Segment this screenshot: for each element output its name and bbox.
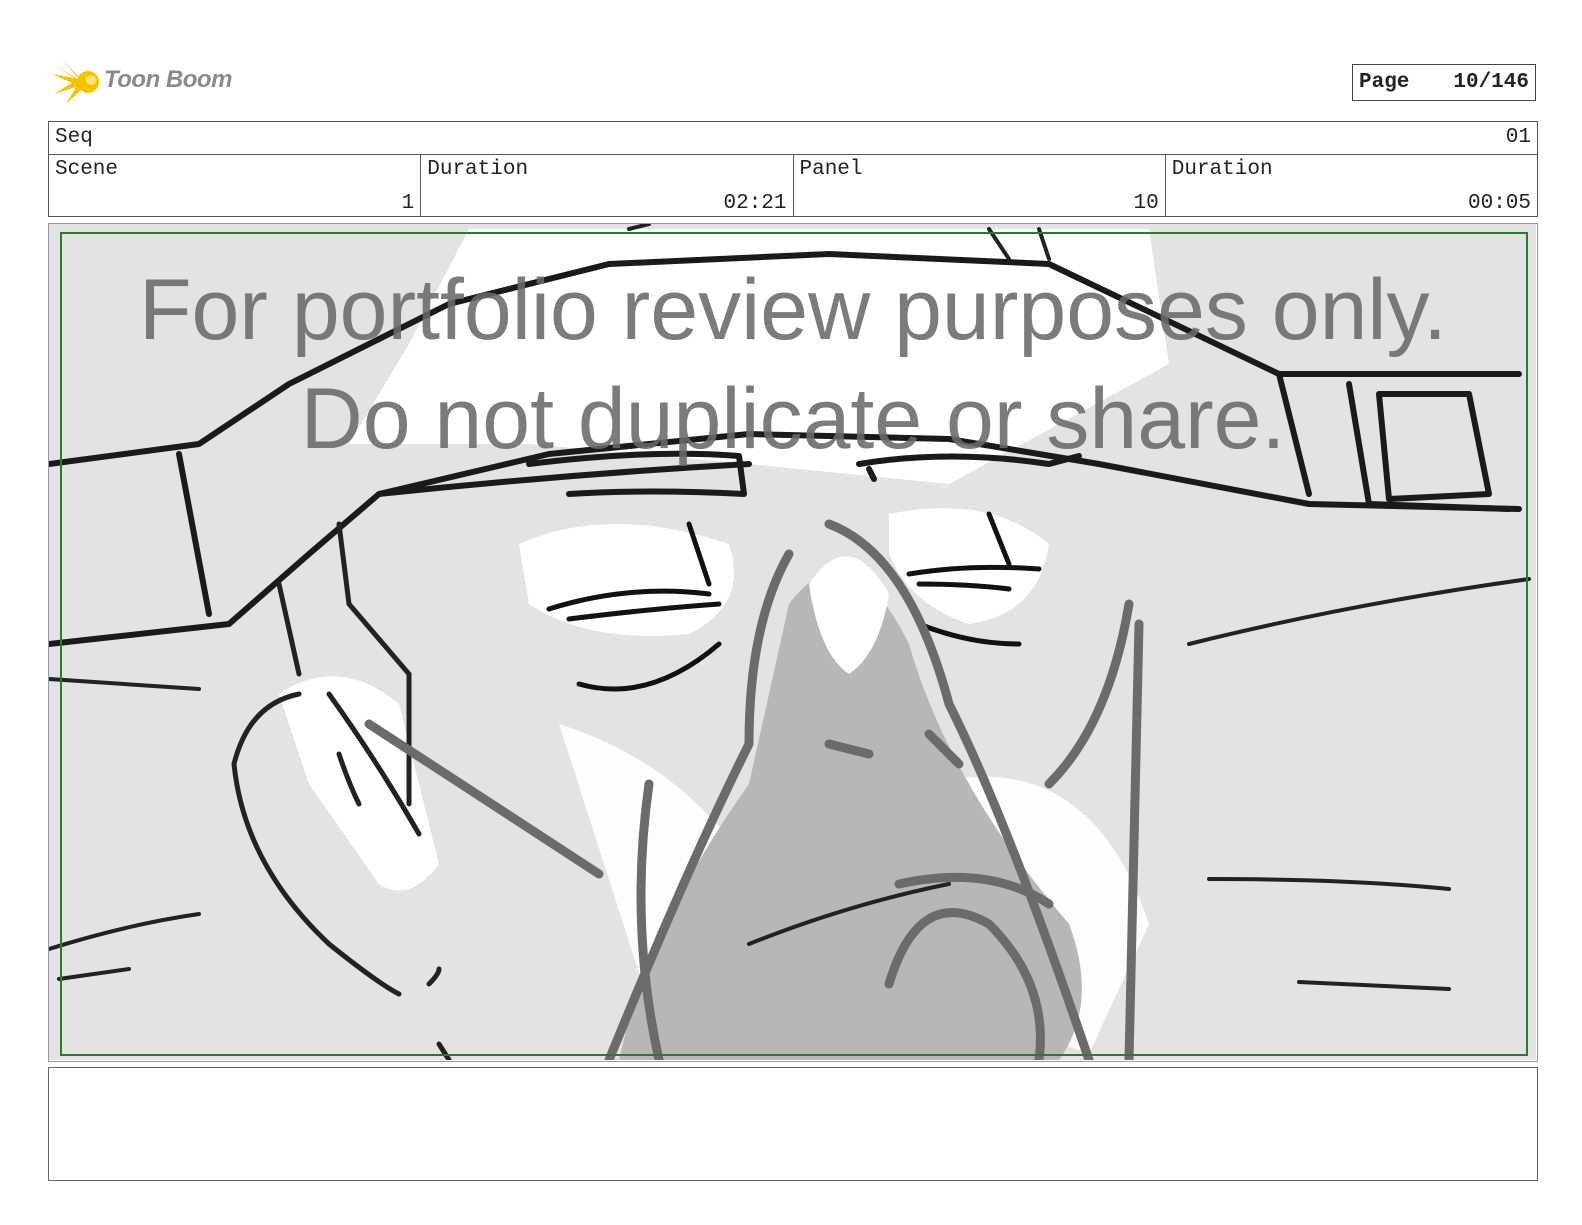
- panel-cell: Panel 10: [794, 154, 1166, 216]
- logo-text: Toon Boom: [104, 66, 232, 93]
- seq-label: Seq: [55, 126, 93, 149]
- scene-cell: Scene 1: [49, 154, 422, 216]
- panel-label: Panel: [799, 158, 863, 181]
- panel-duration-cell: Duration 00:05: [1166, 154, 1537, 216]
- starburst-logo-icon: [52, 60, 99, 104]
- panel-info-table: Seq 01 Scene 1 Duration 02:21 Panel 10 D…: [48, 121, 1538, 217]
- panel-notes-box[interactable]: [48, 1067, 1538, 1181]
- page-counter: Page 10/146: [1352, 64, 1536, 101]
- scene-duration-cell: Duration 02:21: [421, 154, 794, 216]
- scene-duration-value: 02:21: [723, 192, 787, 215]
- page-label: Page: [1359, 71, 1410, 94]
- storyboard-panel: For portfolio review purposes only. Do n…: [48, 223, 1538, 1062]
- panel-duration-value: 00:05: [1467, 192, 1531, 215]
- scene-label: Scene: [55, 158, 119, 181]
- info-row: Scene 1 Duration 02:21 Panel 10 Duration…: [49, 154, 1537, 216]
- panel-duration-label: Duration: [1171, 158, 1273, 181]
- storyboard-sketch: [49, 224, 1536, 1060]
- page-value: 10/146: [1453, 71, 1529, 94]
- seq-row: Seq 01: [49, 122, 1537, 155]
- scene-value: 1: [401, 192, 415, 215]
- scene-duration-label: Duration: [427, 158, 529, 181]
- panel-value: 10: [1133, 192, 1159, 215]
- toon-boom-logo: Toon Boom: [52, 58, 252, 106]
- seq-value: 01: [1505, 126, 1531, 149]
